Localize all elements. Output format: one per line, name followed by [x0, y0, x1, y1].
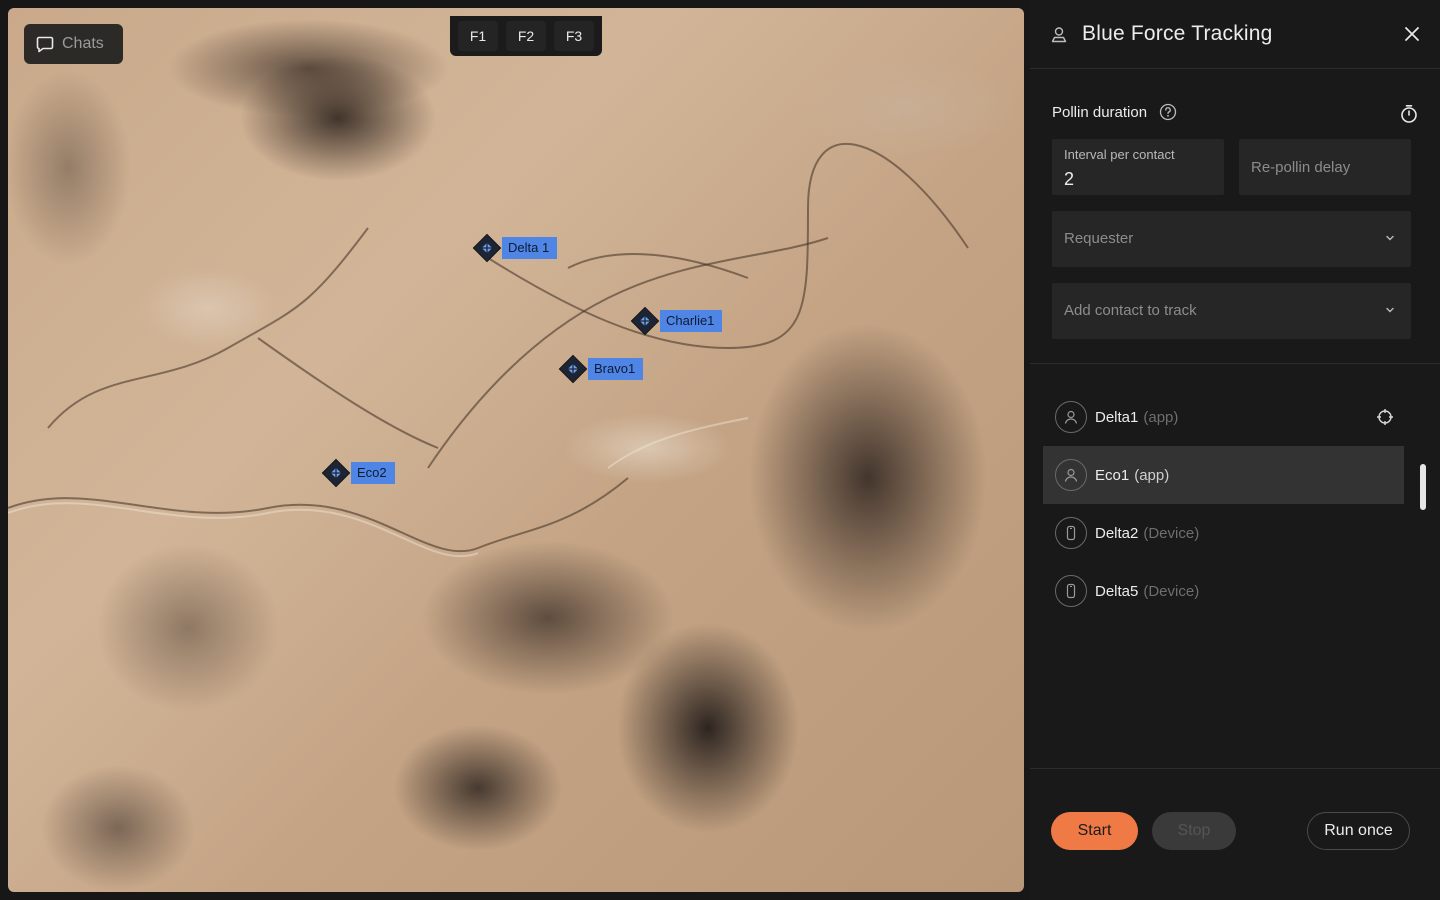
- chats-button[interactable]: Chats: [24, 24, 123, 64]
- f2-button[interactable]: F2: [506, 21, 546, 51]
- function-key-bar: F1 F2 F3: [450, 16, 602, 56]
- tracking-panel: Blue Force Tracking Pollin duration Inte…: [1030, 0, 1440, 900]
- contact-type: (Device): [1143, 524, 1200, 542]
- unit-diamond-icon: [321, 458, 351, 488]
- chat-bubble-icon: [36, 36, 54, 53]
- map-marker-charlie1[interactable]: Charlie1: [628, 304, 723, 338]
- unit-diamond-icon: [630, 306, 660, 336]
- contact-item-delta2[interactable]: Delta2 (Device): [1043, 504, 1404, 562]
- interval-value: 2: [1064, 169, 1075, 189]
- contact-name: Delta1: [1095, 408, 1139, 426]
- contact-item-delta5[interactable]: Delta5 (Device): [1043, 562, 1404, 620]
- interval-label: Interval per contact: [1064, 147, 1175, 162]
- panel-title: Blue Force Tracking: [1082, 22, 1273, 45]
- f3-button[interactable]: F3: [554, 21, 594, 51]
- marker-label: Charlie1: [660, 310, 723, 332]
- f1-button[interactable]: F1: [458, 21, 498, 51]
- contact-name: Delta2: [1095, 524, 1139, 542]
- start-button[interactable]: Start: [1051, 812, 1138, 850]
- repoll-delay-field[interactable]: Re-pollin delay: [1239, 139, 1411, 195]
- contact-type: (app): [1134, 466, 1170, 484]
- footer-divider: [1030, 768, 1440, 769]
- add-contact-select[interactable]: Add contact to track: [1052, 283, 1411, 339]
- contacts-scrollbar[interactable]: [1420, 464, 1426, 510]
- contact-type: (app): [1143, 408, 1179, 426]
- run-once-button[interactable]: Run once: [1307, 812, 1410, 850]
- contact-name: Delta5: [1095, 582, 1139, 600]
- contact-item-eco1[interactable]: Eco1 (app): [1043, 446, 1404, 504]
- location-person-icon: [1051, 27, 1067, 43]
- crosshair-locate-icon[interactable]: [1376, 408, 1394, 426]
- marker-label: Eco2: [351, 462, 395, 484]
- requester-placeholder: Requester: [1064, 230, 1134, 247]
- chevron-down-icon: [1386, 307, 1394, 313]
- repoll-delay-placeholder: Re-pollin delay: [1251, 159, 1351, 176]
- map-marker-bravo1[interactable]: Bravo1: [556, 352, 644, 386]
- help-icon[interactable]: [1159, 103, 1177, 121]
- marker-label: Bravo1: [588, 358, 644, 380]
- stop-button[interactable]: Stop: [1152, 812, 1236, 850]
- unit-diamond-icon: [558, 354, 588, 384]
- close-icon[interactable]: [1404, 26, 1420, 42]
- unit-diamond-icon: [472, 233, 502, 263]
- panel-header: Blue Force Tracking: [1030, 0, 1440, 69]
- device-avatar-icon: [1055, 575, 1087, 607]
- contact-type: (Device): [1143, 582, 1200, 600]
- polling-section-title: Pollin duration: [1052, 103, 1177, 121]
- interval-per-contact-field[interactable]: Interval per contact 2: [1052, 139, 1224, 195]
- section-divider: [1030, 363, 1440, 364]
- polling-title-text: Pollin duration: [1052, 103, 1148, 121]
- requester-select[interactable]: Requester: [1052, 211, 1411, 267]
- user-avatar-icon: [1055, 401, 1087, 433]
- map-view[interactable]: Chats F1 F2 F3 Delta 1 Charlie1 Bravo1 E…: [8, 8, 1024, 892]
- contact-item-delta1[interactable]: Delta1 (app): [1043, 388, 1404, 446]
- map-marker-eco2[interactable]: Eco2: [319, 456, 395, 490]
- contact-name: Eco1: [1095, 466, 1130, 484]
- timer-icon[interactable]: [1400, 104, 1418, 124]
- terrain-texture: [8, 143, 969, 558]
- add-contact-placeholder: Add contact to track: [1064, 302, 1197, 319]
- chats-label: Chats: [62, 35, 104, 52]
- map-marker-delta1[interactable]: Delta 1: [470, 231, 558, 265]
- marker-label: Delta 1: [502, 237, 558, 259]
- user-avatar-icon: [1055, 459, 1087, 491]
- device-avatar-icon: [1055, 517, 1087, 549]
- chevron-down-icon: [1386, 235, 1394, 241]
